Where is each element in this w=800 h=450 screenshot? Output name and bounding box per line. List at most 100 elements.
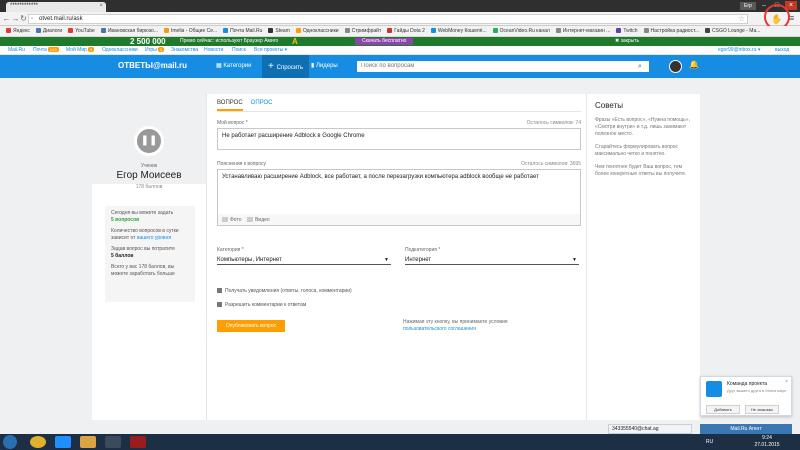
chevron-down-icon: ▼ bbox=[384, 257, 389, 263]
terms-link[interactable]: пользовательского соглашения bbox=[403, 326, 476, 332]
details-textarea[interactable]: Устанавливаю расширение Adblock, все раб… bbox=[217, 169, 581, 215]
bookmark-item[interactable]: Диалоги bbox=[35, 26, 62, 36]
category-select[interactable]: Компьютеры, Интернет ▼ bbox=[217, 255, 391, 265]
bookmark-item[interactable]: WebMoney Кошелё... bbox=[430, 26, 487, 36]
bell-icon[interactable]: 🔔 bbox=[689, 60, 699, 69]
tab-title: ************ bbox=[10, 3, 39, 9]
bookmark-item[interactable]: OceanVideo.Ru канал bbox=[492, 26, 550, 36]
bookmark-favicon-icon bbox=[643, 28, 649, 33]
publish-button[interactable]: Опубликовать вопрос bbox=[217, 320, 285, 332]
close-icon[interactable]: × bbox=[785, 379, 788, 385]
tab-close-icon[interactable]: × bbox=[99, 3, 103, 9]
question-input[interactable]: Не работает расширение Adblock в Google … bbox=[217, 128, 581, 150]
bookmark-item[interactable]: Одноклассники bbox=[295, 26, 339, 36]
mailru-agent-tab[interactable]: Mail.Ru Агент bbox=[700, 424, 792, 434]
checkbox-checked-icon bbox=[217, 288, 222, 293]
bookmark-item[interactable]: Twitch bbox=[616, 26, 638, 36]
tab-poll[interactable]: ОПРОС bbox=[251, 100, 273, 109]
attach-bar: Фото Видео bbox=[217, 214, 581, 226]
bookmark-item[interactable]: Гайды Dota 2 bbox=[387, 26, 425, 36]
bookmark-item[interactable]: Imelia - Общие Се... bbox=[164, 26, 218, 36]
bookmark-label: WebMoney Кошелё... bbox=[437, 28, 487, 34]
portal-link-mail[interactable]: Почта 143 bbox=[33, 46, 59, 55]
dota-icon[interactable] bbox=[130, 436, 146, 448]
promo-bar: 2 500 000 Премо сейчас: используют Брауз… bbox=[0, 37, 800, 46]
limit-total: Всего у вас 178 баллов, вы можете зарабо… bbox=[111, 264, 175, 277]
bookmark-item[interactable]: Стримфрайт bbox=[344, 26, 381, 36]
limit-cost: Задав вопрос вы потратите 5 баллов bbox=[111, 246, 189, 260]
video-label: Видео bbox=[255, 217, 270, 223]
bookmark-star-icon[interactable]: ☆ bbox=[738, 14, 745, 23]
notify-checkbox[interactable]: Получать уведомления (ответы, голоса, ко… bbox=[217, 288, 352, 295]
site-logo[interactable]: ОТВЕТЫ@mail.ru bbox=[118, 61, 187, 70]
site-header: ОТВЕТЫ@mail.ru ▦ Категории + Спросить ▮ … bbox=[0, 55, 800, 78]
mailru-portal-bar: Mail.Ru Почта 143 Мой Мир 9 Одноклассники … bbox=[0, 46, 800, 55]
skype-icon[interactable] bbox=[55, 436, 71, 448]
mir-count-badge: 9 bbox=[87, 47, 95, 52]
search-input[interactable] bbox=[357, 61, 649, 72]
mail-count-badge: 143 bbox=[47, 47, 59, 52]
video-attach-button[interactable]: Видео bbox=[247, 217, 270, 223]
system-clock[interactable]: 9:24 27.01.2015 bbox=[745, 435, 789, 449]
subcategory-select[interactable]: Интернет ▼ bbox=[405, 255, 579, 265]
bookmark-label: Imelia - Общие Се... bbox=[171, 28, 218, 34]
nav-leaders[interactable]: ▮ Лидеры bbox=[305, 55, 344, 78]
bookmark-item[interactable]: CSGO Lounge - Ма... bbox=[705, 26, 760, 36]
team-avatar bbox=[706, 381, 722, 397]
nav-ask[interactable]: + Спросить bbox=[262, 55, 310, 78]
bookmark-favicon-icon bbox=[492, 28, 498, 33]
explorer-icon[interactable] bbox=[80, 436, 96, 448]
portal-link-mymir[interactable]: Мой Мир 9 bbox=[66, 46, 95, 55]
clock-time: 9:24 bbox=[762, 435, 772, 441]
back-icon[interactable]: ← bbox=[2, 14, 11, 24]
portal-link-news[interactable]: Новости bbox=[204, 46, 223, 55]
bookmark-label: Настройка радиост... bbox=[650, 28, 699, 34]
search-icon[interactable]: ⌕ bbox=[638, 61, 642, 72]
comments-checkbox[interactable]: Разрешить комментарии к ответам bbox=[217, 302, 306, 309]
photo-label: Фото bbox=[230, 217, 242, 223]
not-known-button[interactable]: Не знакомы bbox=[745, 405, 779, 414]
tips-sidebar: Советы Фразы «Есть вопрос», «Нужна помощ… bbox=[586, 94, 700, 420]
address-bar-row: ← → ↻ ▫ otvet.mail.ru/ask ☆ ✋ ≡ bbox=[0, 12, 800, 26]
chrome-icon[interactable] bbox=[30, 436, 46, 448]
bookmark-item[interactable]: Настройка радиост... bbox=[643, 26, 699, 36]
portal-link-mailru[interactable]: Mail.Ru bbox=[8, 46, 25, 55]
bookmark-item[interactable]: Steam bbox=[268, 26, 290, 36]
bookmark-item[interactable]: Почта Mail.Ru bbox=[223, 26, 262, 36]
start-button-icon[interactable] bbox=[3, 435, 17, 449]
bookmark-favicon-icon bbox=[616, 28, 622, 33]
pause-icon: ❚❚ bbox=[140, 135, 158, 146]
page-icon: ▫ bbox=[31, 16, 34, 22]
steam-icon[interactable] bbox=[105, 436, 121, 448]
bookmark-label: OceanVideo.Ru канал bbox=[499, 28, 550, 34]
limit-cost-label: Задав вопрос вы потратите bbox=[111, 246, 175, 252]
add-friend-button[interactable]: Добавить bbox=[706, 405, 740, 414]
tab-question[interactable]: ВОПРОС bbox=[217, 100, 243, 111]
promo-download-button[interactable]: Скачать бесплатно bbox=[355, 38, 414, 45]
url-input[interactable]: ▫ otvet.mail.ru/ask bbox=[28, 14, 748, 24]
logout-link[interactable]: выход bbox=[775, 46, 789, 55]
user-email-menu[interactable]: egor99@inbox.ru ▾ bbox=[718, 46, 760, 55]
portal-link-games[interactable]: Игры 3 bbox=[145, 46, 165, 55]
window-user-badge[interactable]: Егр bbox=[740, 2, 756, 10]
language-indicator[interactable]: RU bbox=[706, 434, 713, 450]
portal-link-ok[interactable]: Одноклассники bbox=[102, 46, 138, 55]
portal-link-search[interactable]: Поиск bbox=[232, 46, 246, 55]
bookmark-item[interactable]: YouTube bbox=[68, 26, 95, 36]
friend-title[interactable]: Команда проекта bbox=[727, 381, 767, 387]
reload-icon[interactable]: ↻ bbox=[19, 14, 28, 24]
bookmark-item[interactable]: Интернет-магазин ... bbox=[555, 26, 610, 36]
level-link[interactable]: вашего уровня bbox=[137, 235, 171, 241]
user-avatar[interactable] bbox=[669, 60, 682, 73]
bookmark-item[interactable]: Ивановская бирюзо... bbox=[100, 26, 158, 36]
bookmark-item[interactable]: Яндекс bbox=[6, 26, 30, 36]
promo-close-button[interactable]: ✖ закрыть bbox=[615, 37, 639, 46]
profile-name[interactable]: Егор Моисеев bbox=[92, 170, 206, 181]
nav-categories[interactable]: ▦ Категории bbox=[210, 55, 258, 78]
portal-link-dating[interactable]: Знакомства bbox=[171, 46, 198, 55]
chat-tab[interactable]: 343355540@chat.ag bbox=[608, 424, 692, 434]
browser-tab[interactable]: ************ × bbox=[6, 2, 106, 12]
portal-link-all[interactable]: Все проекты ▾ bbox=[254, 46, 287, 55]
category-label: Категория * bbox=[217, 247, 244, 253]
photo-attach-button[interactable]: Фото bbox=[222, 217, 242, 223]
